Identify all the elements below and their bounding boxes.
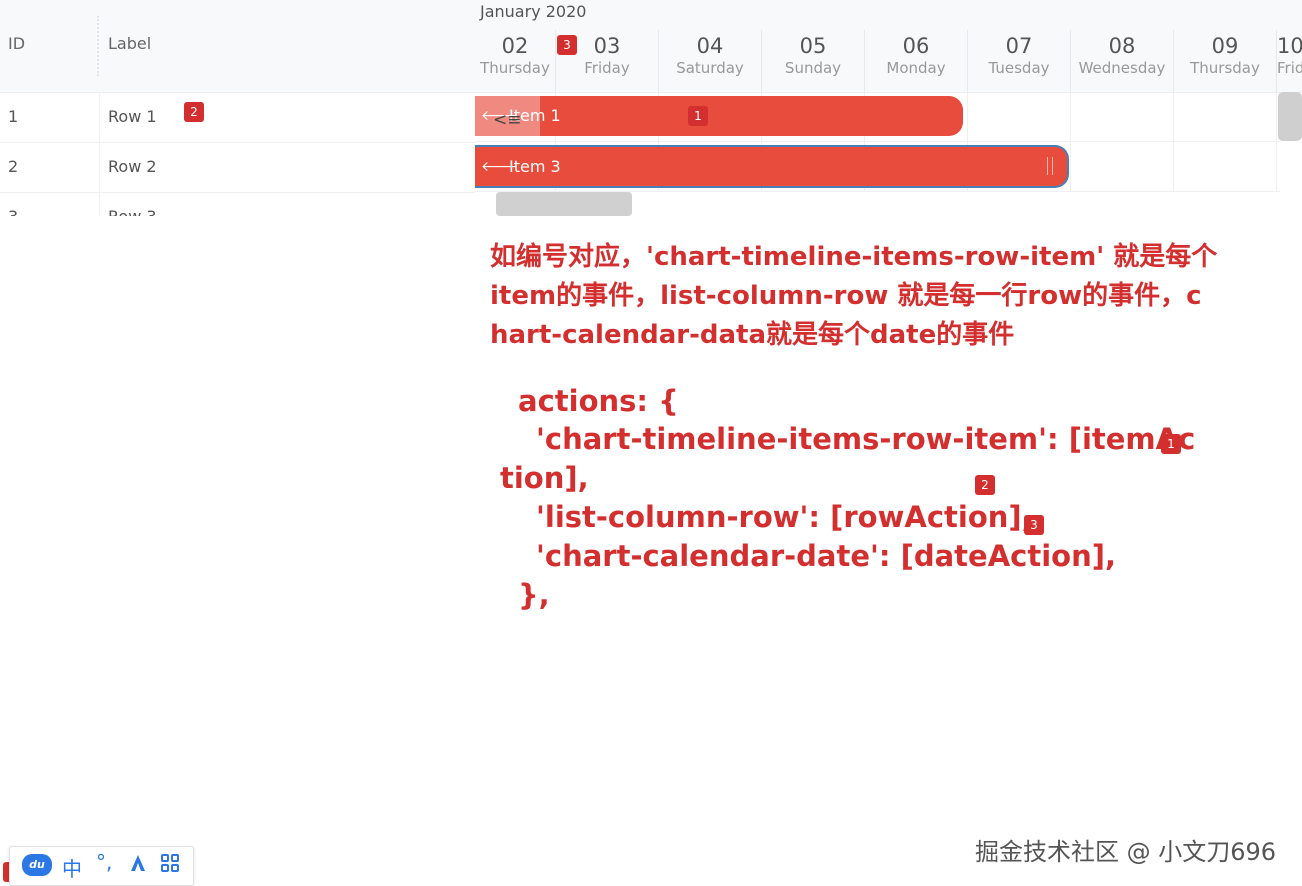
chart-calendar-date[interactable]: 06 Monday [865, 30, 968, 92]
list-column-row[interactable]: 2 Row 2 [0, 142, 475, 193]
chart-calendar-date[interactable]: 09 Thursday [1174, 30, 1277, 92]
badge-1: 1 [1161, 434, 1181, 454]
list-header: ID Label [0, 0, 475, 93]
row-label: Row 1 [108, 107, 157, 126]
calendar-month: January 2020 [480, 2, 587, 21]
list-header-label[interactable]: Label [108, 34, 151, 53]
badge-3: 3 [557, 35, 577, 55]
watermark: 掘金技术社区 @ 小文刀696 [975, 838, 1277, 866]
chart-calendar-date[interactable]: 02 Thursday [475, 30, 556, 92]
resize-handle-icon[interactable] [1047, 157, 1053, 175]
code-line: actions: { [518, 384, 679, 418]
row-label: Row 2 [108, 157, 157, 176]
list-column-row[interactable]: 1 Row 1 [0, 92, 475, 143]
chart-calendar-date[interactable]: 04 Saturday [659, 30, 762, 92]
badge-2: 2 [184, 102, 204, 122]
menu-icon[interactable]: <≡ [493, 110, 522, 130]
chart-calendar-date[interactable]: 07 Tuesday [968, 30, 1071, 92]
chart-calendar-date[interactable]: 08 Wednesday [1071, 30, 1174, 92]
row-id: 3 [8, 207, 18, 216]
grid-icon[interactable] [160, 853, 180, 878]
chart-timeline-items-row-item[interactable]: 🡐 Item 3 [475, 145, 1069, 188]
badge-3: 3 [1024, 515, 1044, 535]
list-header-id[interactable]: ID [8, 34, 25, 53]
row-id: 1 [8, 107, 19, 126]
annotation-line: 如编号对应，'chart-timeline-items-row-item' 就是… [490, 242, 1218, 272]
list-column-row[interactable]: 3 Row 3 [0, 192, 475, 216]
code-line: 'list-column-row': [rowAction], [536, 500, 1033, 534]
punctuation-toggle[interactable]: °, [96, 850, 112, 874]
badge-1: 1 [688, 106, 708, 126]
vertical-scrollbar[interactable] [1278, 92, 1302, 141]
chart-calendar: January 2020 02 Thursday 03 Friday 04 Sa… [475, 0, 1302, 93]
chart-calendar-date[interactable]: 10 Friday [1277, 30, 1302, 92]
horizontal-scrollbar[interactable] [496, 192, 632, 216]
ime-toolbar: du 中 °, [9, 846, 194, 886]
chart-calendar-date[interactable]: 05 Sunday [762, 30, 865, 92]
badge-2: 2 [975, 475, 995, 495]
ime-mode-toggle[interactable]: 中 [62, 853, 82, 882]
font-icon[interactable] [128, 853, 148, 878]
code-line: 'chart-timeline-items-row-item': [itemAc [536, 422, 1196, 456]
annotation-line: item的事件，list-column-row 就是每一行row的事件，c [490, 281, 1202, 311]
baidu-ime-icon[interactable]: du [22, 854, 52, 876]
chart-timeline-items-row-item[interactable]: 🡐 Item 1 <≡ [475, 96, 963, 136]
column-resizer[interactable] [97, 16, 99, 76]
row-id: 2 [8, 157, 19, 176]
code-line: tion], [500, 461, 589, 495]
annotation-line: hart-calendar-data就是每个date的事件 [490, 320, 1015, 350]
code-line: 'chart-calendar-date': [dateAction], [536, 539, 1116, 573]
row-label: Row 3 [108, 207, 157, 216]
item-label: Item 3 [509, 157, 561, 176]
code-line: }, [518, 578, 550, 612]
